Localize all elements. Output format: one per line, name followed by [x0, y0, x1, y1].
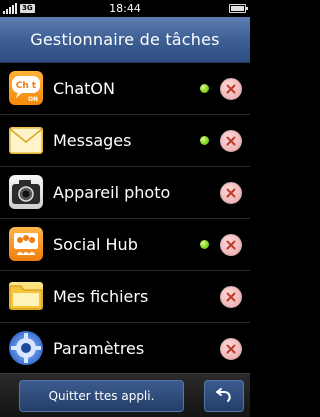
task-name: Messages — [53, 131, 132, 150]
task-row-camera[interactable]: Appareil photo — [0, 167, 250, 219]
task-list: Ch t ON ChatON Messages Appareil photo S… — [0, 63, 250, 375]
chaton-icon: Ch t ON — [9, 71, 43, 105]
quit-all-label: Quitter ttes appli. — [48, 389, 155, 403]
close-icon — [226, 188, 236, 198]
task-name: Paramètres — [53, 339, 145, 358]
svg-text:ON: ON — [28, 96, 38, 103]
task-row-files[interactable]: Mes fichiers — [0, 271, 250, 323]
task-row-settings[interactable]: Paramètres — [0, 323, 250, 375]
back-icon — [216, 388, 231, 402]
task-name: ChatON — [53, 79, 115, 98]
folder-icon — [9, 282, 43, 310]
social-hub-icon — [9, 227, 43, 261]
settings-icon — [9, 331, 43, 365]
page-title: Gestionnaire de tâches — [30, 30, 220, 49]
quit-all-button[interactable]: Quitter ttes appli. — [19, 380, 184, 412]
messages-icon — [9, 127, 43, 154]
task-name: Appareil photo — [53, 183, 171, 202]
task-name: Mes fichiers — [53, 287, 149, 306]
header: Gestionnaire de tâches — [0, 17, 250, 63]
svg-text:Ch t: Ch t — [16, 81, 37, 91]
close-task-button[interactable] — [220, 78, 242, 100]
active-indicator — [200, 84, 209, 93]
status-time: 18:44 — [109, 2, 141, 15]
camera-icon — [9, 175, 43, 209]
active-indicator — [200, 136, 209, 145]
close-icon — [226, 240, 236, 250]
close-icon — [226, 292, 236, 302]
back-button[interactable] — [204, 380, 244, 412]
close-icon — [226, 344, 236, 354]
task-row-social-hub[interactable]: Social Hub — [0, 219, 250, 271]
active-indicator — [200, 240, 209, 249]
close-icon — [226, 84, 236, 94]
close-task-button[interactable] — [220, 234, 242, 256]
task-name: Social Hub — [53, 235, 138, 254]
status-bar: 3G 18:44 — [0, 0, 250, 17]
task-row-chaton[interactable]: Ch t ON ChatON — [0, 63, 250, 115]
close-task-button[interactable] — [220, 286, 242, 308]
battery-icon — [229, 4, 248, 13]
close-task-button[interactable] — [220, 130, 242, 152]
bottom-bar: Quitter ttes appli. — [0, 373, 250, 417]
close-icon — [226, 136, 236, 146]
close-task-button[interactable] — [220, 338, 242, 360]
close-task-button[interactable] — [220, 182, 242, 204]
task-row-messages[interactable]: Messages — [0, 115, 250, 167]
